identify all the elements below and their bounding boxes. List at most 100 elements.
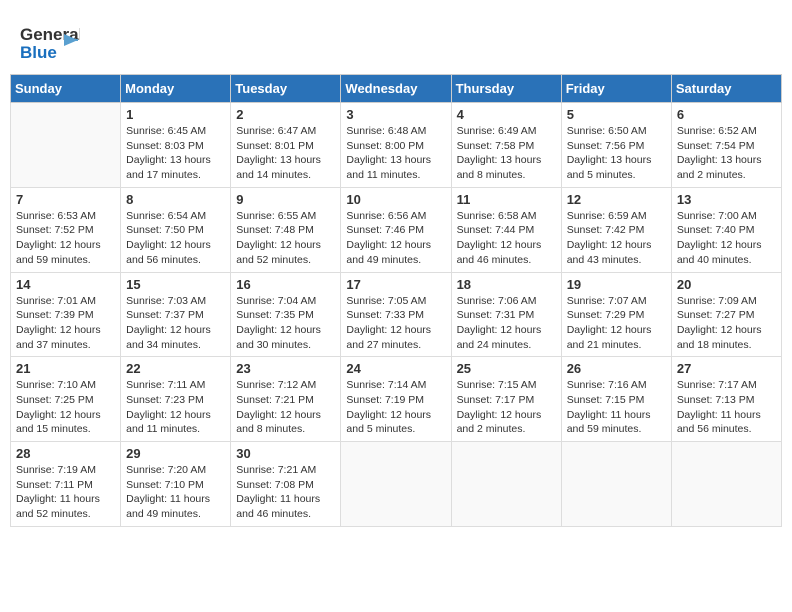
day-of-week-header: Sunday [11, 75, 121, 103]
day-info: Sunrise: 6:52 AMSunset: 7:54 PMDaylight:… [677, 124, 776, 183]
calendar-day-cell: 26Sunrise: 7:16 AMSunset: 7:15 PMDayligh… [561, 357, 671, 442]
calendar-week-row: 21 Sunrise: 7:10 AMSunset: 7:25 PMDayligh… [11, 357, 782, 442]
day-info: Sunrise: 6:55 AMSunset: 7:48 PMDaylight:… [236, 209, 335, 268]
day-number: 21 [16, 361, 115, 376]
day-info: Sunrise: 7:01 AMSunset: 7:39 PMDaylight:… [16, 294, 115, 353]
day-number: 13 [677, 192, 776, 207]
day-info: Sunrise: 6:56 AMSunset: 7:46 PMDaylight:… [346, 209, 445, 268]
day-of-week-header: Monday [121, 75, 231, 103]
day-number: 22 [126, 361, 225, 376]
day-number: 14 [16, 277, 115, 292]
day-info: Sunrise: 6:58 AMSunset: 7:44 PMDaylight:… [457, 209, 556, 268]
day-number: 6 [677, 107, 776, 122]
logo-icon: General Blue [20, 20, 80, 64]
calendar-day-cell: 15 Sunrise: 7:03 AMSunset: 7:37 PMDayligh… [121, 272, 231, 357]
calendar-day-cell [451, 442, 561, 527]
calendar-day-cell: 3 Sunrise: 6:48 AMSunset: 8:00 PMDaylight… [341, 103, 451, 188]
day-info: Sunrise: 7:21 AMSunset: 7:08 PMDaylight:… [236, 463, 335, 522]
calendar-day-cell: 17 Sunrise: 7:05 AMSunset: 7:33 PMDayligh… [341, 272, 451, 357]
calendar-day-cell [11, 103, 121, 188]
calendar-day-cell: 7 Sunrise: 6:53 AMSunset: 7:52 PMDaylight… [11, 187, 121, 272]
calendar-day-cell: 12Sunrise: 6:59 AMSunset: 7:42 PMDayligh… [561, 187, 671, 272]
calendar-day-cell: 8 Sunrise: 6:54 AMSunset: 7:50 PMDaylight… [121, 187, 231, 272]
calendar-day-cell: 4Sunrise: 6:49 AMSunset: 7:58 PMDaylight… [451, 103, 561, 188]
day-info: Sunrise: 7:17 AMSunset: 7:13 PMDaylight:… [677, 378, 776, 437]
day-info: Sunrise: 7:05 AMSunset: 7:33 PMDaylight:… [346, 294, 445, 353]
day-number: 19 [567, 277, 666, 292]
day-number: 17 [346, 277, 445, 292]
day-number: 16 [236, 277, 335, 292]
day-number: 3 [346, 107, 445, 122]
calendar-day-cell: 30 Sunrise: 7:21 AMSunset: 7:08 PMDayligh… [231, 442, 341, 527]
day-info: Sunrise: 6:50 AMSunset: 7:56 PMDaylight:… [567, 124, 666, 183]
day-info: Sunrise: 6:53 AMSunset: 7:52 PMDaylight:… [16, 209, 115, 268]
calendar-day-cell: 19 Sunrise: 7:07 AMSunset: 7:29 PMDayligh… [561, 272, 671, 357]
day-of-week-header: Saturday [671, 75, 781, 103]
day-info: Sunrise: 6:47 AMSunset: 8:01 PMDaylight:… [236, 124, 335, 183]
calendar-day-cell: 5Sunrise: 6:50 AMSunset: 7:56 PMDaylight… [561, 103, 671, 188]
day-info: Sunrise: 7:04 AMSunset: 7:35 PMDaylight:… [236, 294, 335, 353]
calendar-day-cell: 18 Sunrise: 7:06 AMSunset: 7:31 PMDayligh… [451, 272, 561, 357]
calendar-week-row: 28 Sunrise: 7:19 AMSunset: 7:11 PMDayligh… [11, 442, 782, 527]
day-info: Sunrise: 7:11 AMSunset: 7:23 PMDaylight:… [126, 378, 225, 437]
calendar-day-cell: 14 Sunrise: 7:01 AMSunset: 7:39 PMDayligh… [11, 272, 121, 357]
day-number: 24 [346, 361, 445, 376]
day-number: 26 [567, 361, 666, 376]
day-info: Sunrise: 7:19 AMSunset: 7:11 PMDaylight:… [16, 463, 115, 522]
calendar-day-cell [561, 442, 671, 527]
calendar-week-row: 7 Sunrise: 6:53 AMSunset: 7:52 PMDaylight… [11, 187, 782, 272]
day-number: 12 [567, 192, 666, 207]
day-number: 27 [677, 361, 776, 376]
page-header: General Blue [10, 10, 782, 69]
calendar-day-cell: 22 Sunrise: 7:11 AMSunset: 7:23 PMDayligh… [121, 357, 231, 442]
day-info: Sunrise: 7:14 AMSunset: 7:19 PMDaylight:… [346, 378, 445, 437]
calendar-day-cell: 20 Sunrise: 7:09 AMSunset: 7:27 PMDayligh… [671, 272, 781, 357]
calendar-day-cell: 13 Sunrise: 7:00 AMSunset: 7:40 PMDayligh… [671, 187, 781, 272]
day-info: Sunrise: 7:10 AMSunset: 7:25 PMDaylight:… [16, 378, 115, 437]
day-info: Sunrise: 7:09 AMSunset: 7:27 PMDaylight:… [677, 294, 776, 353]
day-number: 18 [457, 277, 556, 292]
day-info: Sunrise: 7:15 AMSunset: 7:17 PMDaylight:… [457, 378, 556, 437]
day-number: 1 [126, 107, 225, 122]
calendar-day-cell: 23Sunrise: 7:12 AMSunset: 7:21 PMDayligh… [231, 357, 341, 442]
day-info: Sunrise: 7:12 AMSunset: 7:21 PMDaylight:… [236, 378, 335, 437]
day-of-week-header: Tuesday [231, 75, 341, 103]
day-of-week-header: Wednesday [341, 75, 451, 103]
day-number: 15 [126, 277, 225, 292]
calendar-day-cell: 29 Sunrise: 7:20 AMSunset: 7:10 PMDayligh… [121, 442, 231, 527]
day-number: 20 [677, 277, 776, 292]
day-info: Sunrise: 7:07 AMSunset: 7:29 PMDaylight:… [567, 294, 666, 353]
day-info: Sunrise: 6:48 AMSunset: 8:00 PMDaylight:… [346, 124, 445, 183]
calendar-day-cell: 16 Sunrise: 7:04 AMSunset: 7:35 PMDayligh… [231, 272, 341, 357]
calendar-day-cell: 24 Sunrise: 7:14 AMSunset: 7:19 PMDayligh… [341, 357, 451, 442]
calendar-day-cell: 28 Sunrise: 7:19 AMSunset: 7:11 PMDayligh… [11, 442, 121, 527]
calendar-day-cell: 1 Sunrise: 6:45 AMSunset: 8:03 PMDaylight… [121, 103, 231, 188]
day-number: 7 [16, 192, 115, 207]
day-info: Sunrise: 6:54 AMSunset: 7:50 PMDaylight:… [126, 209, 225, 268]
day-number: 25 [457, 361, 556, 376]
day-number: 10 [346, 192, 445, 207]
logo: General Blue [20, 20, 80, 64]
calendar-day-cell: 9Sunrise: 6:55 AMSunset: 7:48 PMDaylight… [231, 187, 341, 272]
day-number: 8 [126, 192, 225, 207]
day-number: 29 [126, 446, 225, 461]
calendar-day-cell: 2 Sunrise: 6:47 AMSunset: 8:01 PMDaylight… [231, 103, 341, 188]
calendar-day-cell: 25 Sunrise: 7:15 AMSunset: 7:17 PMDayligh… [451, 357, 561, 442]
day-info: Sunrise: 6:49 AMSunset: 7:58 PMDaylight:… [457, 124, 556, 183]
day-info: Sunrise: 7:20 AMSunset: 7:10 PMDaylight:… [126, 463, 225, 522]
svg-text:Blue: Blue [20, 43, 57, 62]
day-info: Sunrise: 7:03 AMSunset: 7:37 PMDaylight:… [126, 294, 225, 353]
calendar-day-cell: 6 Sunrise: 6:52 AMSunset: 7:54 PMDaylight… [671, 103, 781, 188]
day-info: Sunrise: 7:00 AMSunset: 7:40 PMDaylight:… [677, 209, 776, 268]
calendar-table: SundayMondayTuesdayWednesdayThursdayFrid… [10, 74, 782, 527]
day-number: 30 [236, 446, 335, 461]
day-number: 28 [16, 446, 115, 461]
calendar-day-cell [341, 442, 451, 527]
calendar-day-cell [671, 442, 781, 527]
calendar-week-row: 1 Sunrise: 6:45 AMSunset: 8:03 PMDaylight… [11, 103, 782, 188]
day-info: Sunrise: 7:06 AMSunset: 7:31 PMDaylight:… [457, 294, 556, 353]
day-info: Sunrise: 6:45 AMSunset: 8:03 PMDaylight:… [126, 124, 225, 183]
calendar-day-cell: 11Sunrise: 6:58 AMSunset: 7:44 PMDayligh… [451, 187, 561, 272]
calendar-day-cell: 10 Sunrise: 6:56 AMSunset: 7:46 PMDayligh… [341, 187, 451, 272]
day-number: 2 [236, 107, 335, 122]
